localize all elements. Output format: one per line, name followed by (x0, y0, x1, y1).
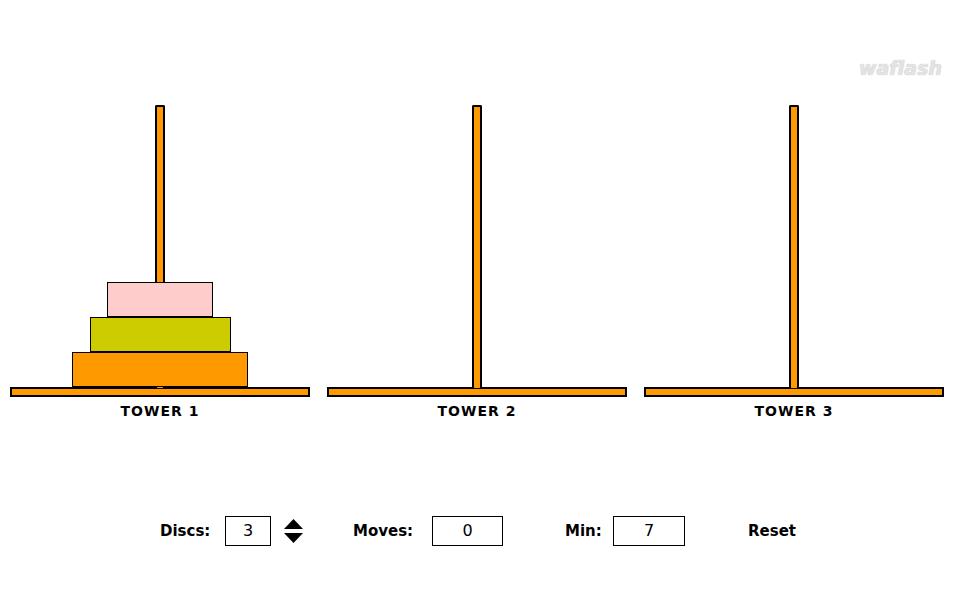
disc-stepper[interactable] (284, 519, 303, 543)
tower-base (327, 387, 627, 397)
controls-bar: Discs:3 Moves:0 Min:7 Reset (160, 516, 960, 546)
towers-row: TOWER 1 TOWER 2 TOWER 3 (0, 0, 960, 420)
tower-base (10, 387, 310, 397)
watermark: waflash (859, 54, 942, 83)
disc[interactable] (90, 317, 231, 352)
tower[interactable]: TOWER 3 (644, 105, 944, 420)
value-box: 3 (225, 516, 271, 546)
reset-button[interactable]: Reset (748, 520, 796, 543)
tower[interactable]: TOWER 2 (327, 105, 627, 420)
down-arrow-icon[interactable] (284, 533, 303, 543)
min-label: Min: (565, 520, 613, 543)
moves-label: Moves: (353, 520, 432, 543)
discs-label: Discs: (160, 520, 225, 543)
hanoi-game: waflash TOWER 1 TOWER 2 TOWER 3 Discs:3 Moves… (0, 0, 960, 600)
disc[interactable] (72, 352, 248, 387)
tower-label: TOWER 3 (755, 402, 834, 420)
tower-pole (789, 105, 799, 388)
up-arrow-icon[interactable] (284, 519, 303, 529)
tower[interactable]: TOWER 1 (10, 105, 310, 420)
value-box: 0 (432, 516, 503, 546)
tower-base (644, 387, 944, 397)
tower-label: TOWER 1 (121, 402, 200, 420)
disc[interactable] (107, 282, 213, 317)
value-box: 7 (613, 516, 685, 546)
tower-label: TOWER 2 (438, 402, 517, 420)
tower-pole (472, 105, 482, 388)
